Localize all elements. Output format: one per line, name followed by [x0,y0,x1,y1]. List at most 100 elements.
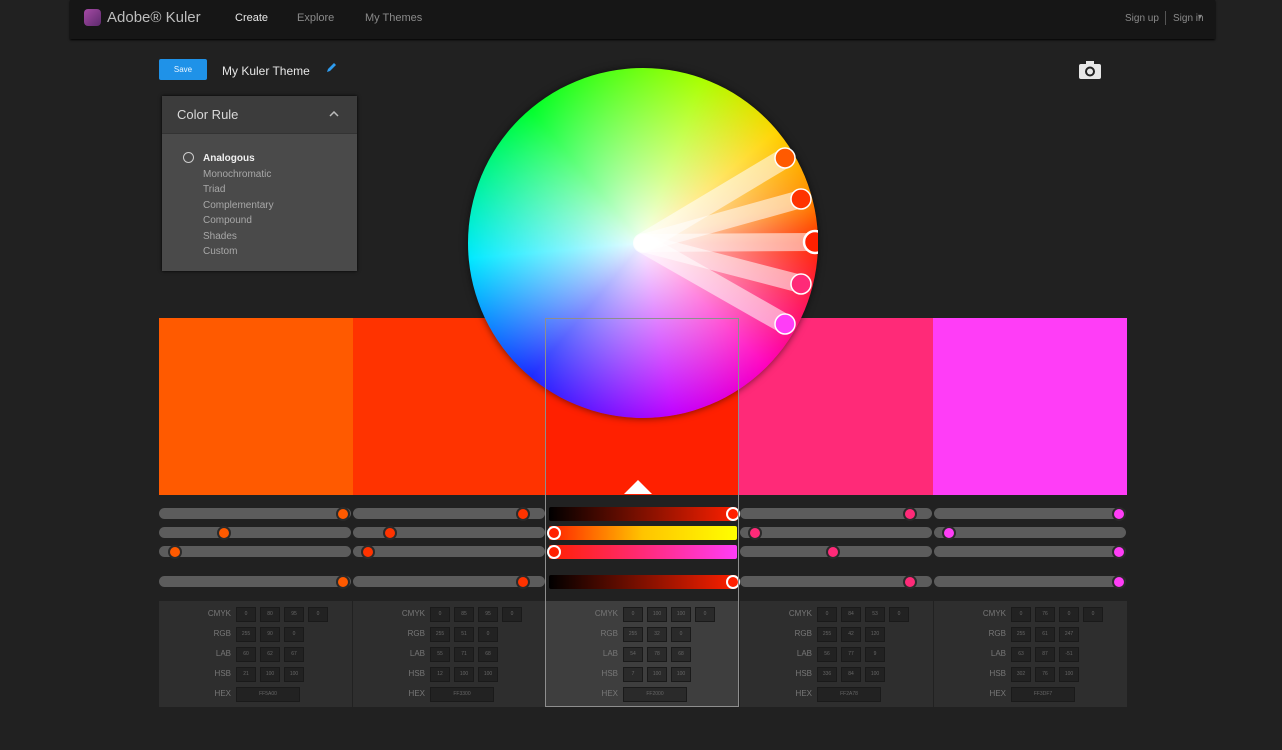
slider-track[interactable] [159,508,351,519]
rule-option-shades[interactable]: Shades [203,229,274,245]
mode-value-input[interactable]: 68 [478,647,498,662]
mode-value-input[interactable]: 9 [865,647,885,662]
mode-value-input[interactable]: 95 [284,607,304,622]
hex-input[interactable]: FF3DF7 [1011,687,1075,702]
mode-value-input[interactable]: 0 [1011,607,1031,622]
rule-option-custom[interactable]: Custom [203,244,274,260]
mode-value-input[interactable]: 71 [454,647,474,662]
mode-value-input[interactable]: 85 [454,607,474,622]
sign-up-link[interactable]: Sign up [1125,13,1159,24]
hex-input[interactable]: FF2A78 [817,687,881,702]
mode-value-input[interactable]: 21 [236,667,256,682]
mode-value-input[interactable]: 255 [1011,627,1031,642]
slider-track[interactable] [159,546,351,557]
mode-value-input[interactable]: 77 [841,647,861,662]
mode-value-input[interactable]: 84 [841,667,861,682]
mode-value-input[interactable]: 67 [284,647,304,662]
slider-knob[interactable] [217,526,231,540]
mode-value-input[interactable]: 0 [236,607,256,622]
mode-value-input[interactable]: 12 [430,667,450,682]
slider-track[interactable] [159,527,351,538]
mode-value-input[interactable]: 60 [236,647,256,662]
theme-name[interactable]: My Kuler Theme [222,64,310,78]
rule-option-analogous[interactable]: Analogous [203,151,274,167]
slider-knob[interactable] [1112,545,1126,559]
chevron-up-icon[interactable] [329,111,339,117]
slider-knob[interactable] [336,507,350,521]
slider-track[interactable] [740,527,932,538]
slider-knob[interactable] [903,575,917,589]
slider-track[interactable] [934,508,1126,519]
mode-value-input[interactable]: 95 [478,607,498,622]
pencil-icon[interactable] [325,62,337,74]
slider-knob[interactable] [748,526,762,540]
slider-knob[interactable] [336,575,350,589]
mode-value-input[interactable]: 51 [454,627,474,642]
camera-icon[interactable] [1078,60,1102,80]
mode-value-input[interactable]: 100 [1059,667,1079,682]
slider-knob[interactable] [1112,575,1126,589]
rule-option-compound[interactable]: Compound [203,213,274,229]
slider-track[interactable] [934,576,1126,587]
slider-knob[interactable] [1112,507,1126,521]
rule-option-triad[interactable]: Triad [203,182,274,198]
slider-knob[interactable] [361,545,375,559]
mode-value-input[interactable]: 80 [260,607,280,622]
mode-value-input[interactable]: 63 [1011,647,1031,662]
mode-value-input[interactable]: 76 [1035,667,1055,682]
rule-option-complementary[interactable]: Complementary [203,198,274,214]
mode-value-input[interactable]: 100 [865,667,885,682]
mode-value-input[interactable]: 0 [1083,607,1103,622]
mode-value-input[interactable]: 100 [260,667,280,682]
mode-value-input[interactable]: 53 [865,607,885,622]
mode-value-input[interactable]: 0 [889,607,909,622]
mode-value-input[interactable]: 56 [817,647,837,662]
hex-input[interactable]: FF3300 [430,687,494,702]
mode-value-input[interactable]: 0 [478,627,498,642]
mode-value-input[interactable]: 247 [1059,627,1079,642]
mode-value-input[interactable]: 302 [1011,667,1031,682]
slider-knob[interactable] [383,526,397,540]
slider-track[interactable] [353,546,545,557]
mode-value-input[interactable]: 336 [817,667,837,682]
mode-value-input[interactable]: 0 [430,607,450,622]
mode-value-input[interactable]: 100 [454,667,474,682]
slider-track[interactable] [934,527,1126,538]
mode-value-input[interactable]: 61 [1035,627,1055,642]
radio-selected-icon[interactable] [183,152,194,163]
nav-my-themes[interactable]: My Themes [365,12,422,24]
hex-input[interactable]: FF5A00 [236,687,300,702]
mode-value-input[interactable]: 120 [865,627,885,642]
nav-explore[interactable]: Explore [297,12,334,24]
mode-value-input[interactable]: 255 [236,627,256,642]
mode-value-input[interactable]: 100 [284,667,304,682]
slider-track[interactable] [159,576,351,587]
slider-knob[interactable] [168,545,182,559]
color-swatch-5[interactable] [933,318,1127,495]
mode-value-input[interactable]: 0 [502,607,522,622]
mode-value-input[interactable]: 55 [430,647,450,662]
slider-knob[interactable] [516,575,530,589]
slider-knob[interactable] [826,545,840,559]
slider-track[interactable] [934,546,1126,557]
mode-value-input[interactable]: 0 [1059,607,1079,622]
slider-track[interactable] [353,527,545,538]
mode-value-input[interactable]: 84 [841,607,861,622]
mode-value-input[interactable]: 0 [308,607,328,622]
mode-value-input[interactable]: 76 [1035,607,1055,622]
mode-value-input[interactable]: 255 [430,627,450,642]
mode-value-input[interactable]: 87 [1035,647,1055,662]
mode-value-input[interactable]: 255 [817,627,837,642]
save-button[interactable]: Save [159,59,207,80]
logo[interactable]: Adobe® Kuler [84,9,201,26]
mode-value-input[interactable]: 100 [478,667,498,682]
nav-create[interactable]: Create [235,12,268,24]
mode-value-input[interactable]: -51 [1059,647,1079,662]
mode-value-input[interactable]: 0 [817,607,837,622]
slider-knob[interactable] [903,507,917,521]
sign-in-dropdown-icon[interactable]: ▾ [1198,12,1202,21]
mode-value-input[interactable]: 0 [284,627,304,642]
color-swatch-1[interactable] [159,318,353,495]
mode-value-input[interactable]: 42 [841,627,861,642]
mode-value-input[interactable]: 62 [260,647,280,662]
